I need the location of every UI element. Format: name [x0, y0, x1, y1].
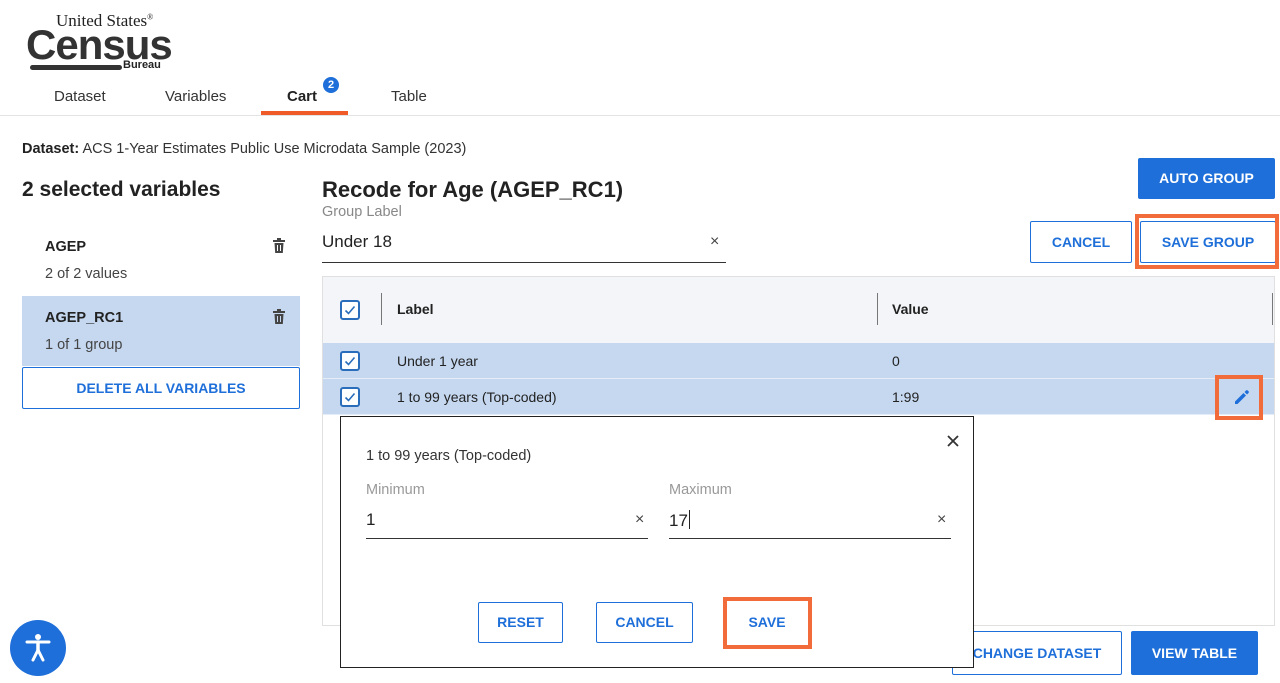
- variable-name: AGEP_RC1: [45, 310, 124, 326]
- minimum-value: 1: [366, 510, 376, 529]
- column-divider: [1272, 293, 1273, 325]
- logo-bar: [30, 65, 122, 70]
- dialog-title: 1 to 99 years (Top-coded): [366, 448, 532, 464]
- variable-name: AGEP: [45, 239, 87, 255]
- dataset-info: Dataset: ACS 1-Year Estimates Public Use…: [22, 141, 466, 157]
- delete-all-variables-button[interactable]: DELETE ALL VARIABLES: [22, 367, 300, 409]
- variable-summary: 1 of 1 group: [45, 337, 123, 353]
- save-group-button[interactable]: SAVE GROUP: [1140, 221, 1276, 263]
- dataset-name: ACS 1-Year Estimates Public Use Microdat…: [82, 141, 467, 157]
- text-caret: [688, 510, 690, 529]
- clear-group-label-icon[interactable]: ×: [710, 233, 719, 251]
- maximum-input[interactable]: 17: [669, 505, 951, 539]
- tab-dataset[interactable]: Dataset: [54, 88, 106, 105]
- row-value: 1:99: [892, 389, 920, 405]
- tab-table[interactable]: Table: [391, 88, 427, 105]
- reset-button[interactable]: RESET: [478, 602, 563, 643]
- auto-group-button[interactable]: AUTO GROUP: [1138, 158, 1275, 199]
- row-checkbox[interactable]: [340, 351, 360, 371]
- table-row[interactable]: Under 1 year 0: [323, 343, 1274, 379]
- logo-bureau: Bureau: [123, 59, 161, 71]
- close-icon[interactable]: [943, 431, 963, 451]
- cancel-dialog-button[interactable]: CANCEL: [596, 602, 693, 643]
- cart-count-badge: 2: [323, 77, 339, 93]
- minimum-input[interactable]: 1: [366, 505, 648, 539]
- row-value: 0: [892, 353, 900, 369]
- trash-icon[interactable]: [272, 238, 286, 254]
- group-label-input[interactable]: Under 18: [322, 228, 726, 263]
- pencil-icon[interactable]: [1232, 387, 1252, 407]
- checkmark-icon: [344, 392, 356, 402]
- tab-variables[interactable]: Variables: [165, 88, 226, 105]
- column-header-value[interactable]: Value: [892, 301, 929, 317]
- group-label-value: Under 18: [322, 232, 392, 251]
- accessibility-button[interactable]: [10, 620, 66, 676]
- cancel-group-button[interactable]: CANCEL: [1030, 221, 1132, 263]
- variable-card-agep-rc1[interactable]: AGEP_RC1 1 of 1 group: [22, 296, 300, 366]
- view-table-button[interactable]: VIEW TABLE: [1131, 631, 1258, 675]
- edit-range-dialog: 1 to 99 years (Top-coded) Minimum 1 × Ma…: [340, 416, 974, 668]
- minimum-label: Minimum: [366, 482, 425, 498]
- row-checkbox[interactable]: [340, 387, 360, 407]
- select-all-checkbox[interactable]: [340, 300, 360, 320]
- maximum-value: 17: [669, 511, 688, 530]
- maximum-label: Maximum: [669, 482, 732, 498]
- clear-minimum-icon[interactable]: ×: [635, 511, 644, 529]
- change-dataset-button[interactable]: CHANGE DATASET: [952, 631, 1122, 675]
- checkmark-icon: [344, 305, 356, 315]
- active-tab-indicator: [261, 111, 348, 115]
- census-logo[interactable]: United States® Census Bureau: [26, 10, 176, 72]
- column-divider: [877, 293, 878, 325]
- column-divider: [381, 293, 382, 325]
- row-label: 1 to 99 years (Top-coded): [397, 389, 557, 405]
- table-row[interactable]: 1 to 99 years (Top-coded) 1:99: [323, 379, 1274, 415]
- accessibility-icon: [25, 634, 51, 662]
- trash-icon[interactable]: [272, 309, 286, 325]
- save-button[interactable]: SAVE: [728, 602, 806, 643]
- selected-variables-title: 2 selected variables: [22, 178, 221, 201]
- page-title: Recode for Age (AGEP_RC1): [322, 177, 624, 202]
- row-label: Under 1 year: [397, 353, 478, 369]
- table-header: Label Value: [323, 277, 1274, 343]
- variable-summary: 2 of 2 values: [45, 266, 128, 282]
- checkmark-icon: [344, 356, 356, 366]
- group-label-caption: Group Label: [322, 204, 402, 220]
- column-header-label[interactable]: Label: [397, 301, 434, 317]
- clear-maximum-icon[interactable]: ×: [937, 511, 946, 529]
- tab-cart[interactable]: Cart: [287, 88, 317, 105]
- variable-card-agep[interactable]: AGEP 2 of 2 values: [22, 225, 300, 295]
- main-tabs: Dataset Variables Cart 2 Table: [0, 77, 1280, 116]
- dataset-prefix: Dataset:: [22, 141, 80, 157]
